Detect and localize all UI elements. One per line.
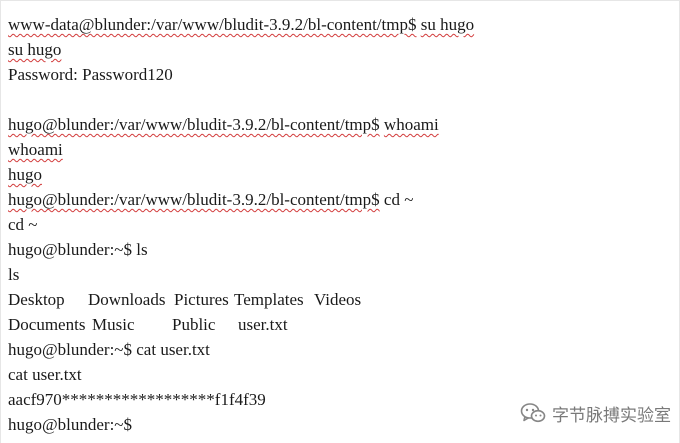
ls-entry: user.txt [238, 315, 288, 334]
ls-entry: Music [92, 315, 135, 334]
terminal-line: hugo@blunder:~$ ls [8, 237, 668, 262]
ls-entry: Templates [234, 290, 304, 309]
terminal-line: su hugo [8, 37, 668, 62]
ls-output-row: Documents Music Public user.txt [8, 312, 668, 337]
terminal-line: hugo@blunder:/var/www/bludit-3.9.2/bl-co… [8, 187, 668, 212]
watermark-text: 字节脉搏实验室 [552, 405, 671, 426]
flag-output: aacf970******************f1f4f39 [8, 390, 266, 409]
echo-text: whoami [8, 140, 63, 159]
prompt-command: hugo@blunder:~$ cat user.txt [8, 340, 210, 359]
ls-entry: Downloads [88, 290, 166, 309]
prompt: hugo@blunder:/var/www/bludit-3.9.2/bl-co… [8, 190, 380, 209]
terminal-line: www-data@blunder:/var/www/bludit-3.9.2/b… [8, 12, 668, 37]
output-text: Password: Password120 [8, 65, 173, 84]
terminal-line: cd ~ [8, 212, 668, 237]
terminal-transcript: www-data@blunder:/var/www/bludit-3.9.2/b… [8, 12, 668, 437]
terminal-line: Password: Password120 [8, 62, 668, 87]
command: cd ~ [383, 190, 414, 209]
watermark: 字节脉搏实验室 [520, 399, 671, 427]
terminal-line: cat user.txt [8, 362, 668, 387]
ls-entry: Public [172, 315, 216, 334]
echo-text: cd ~ [8, 215, 38, 234]
ls-entry: Videos [314, 290, 362, 309]
output-text: hugo [8, 165, 42, 184]
echo-text: cat user.txt [8, 365, 82, 384]
ls-entry: Desktop [8, 290, 65, 309]
command: su hugo [420, 15, 475, 34]
terminal-line: ls [8, 262, 668, 287]
prompt: www-data@blunder:/var/www/bludit-3.9.2/b… [8, 15, 417, 34]
prompt: hugo@blunder:/var/www/bludit-3.9.2/bl-co… [8, 115, 380, 134]
wechat-icon [520, 402, 546, 424]
terminal-line: whoami [8, 137, 668, 162]
ls-output-row: Desktop Downloads Pictures Templates Videos [8, 287, 668, 312]
terminal-line: hugo@blunder:~$ cat user.txt [8, 337, 668, 362]
command: whoami [383, 115, 439, 134]
document-page: www-data@blunder:/var/www/bludit-3.9.2/b… [0, 0, 680, 443]
terminal-line: hugo@blunder:/var/www/bludit-3.9.2/bl-co… [8, 112, 668, 137]
ls-entry: Pictures [174, 290, 229, 309]
prompt: hugo@blunder:~$ [8, 415, 133, 434]
prompt-command: hugo@blunder:~$ ls [8, 240, 148, 259]
echo-text: su hugo [8, 40, 62, 59]
echo-text: ls [8, 265, 20, 284]
ls-entry: Documents [8, 315, 86, 334]
terminal-line: hugo [8, 162, 668, 187]
